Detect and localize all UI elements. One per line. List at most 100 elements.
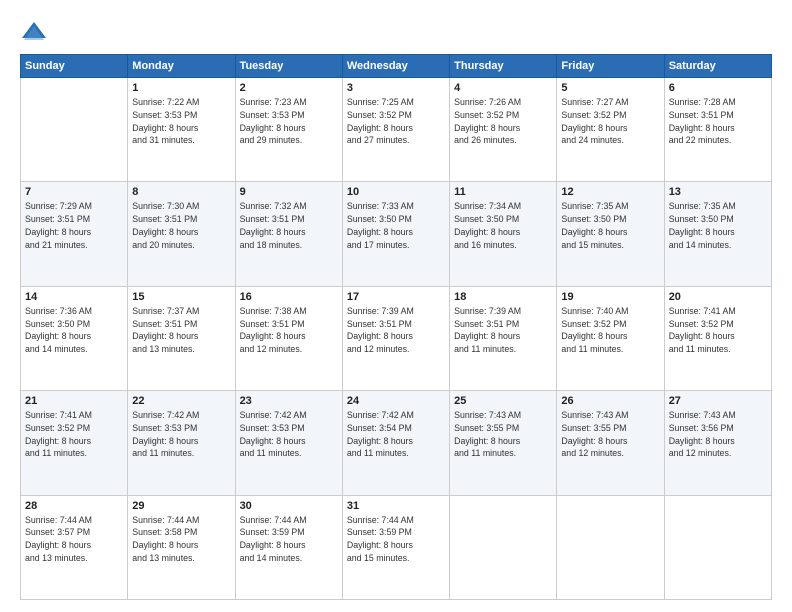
weekday-header-saturday: Saturday	[664, 55, 771, 78]
day-number: 26	[561, 395, 659, 407]
day-cell: 24 Sunrise: 7:42 AMSunset: 3:54 PMDayligh…	[342, 391, 449, 495]
day-cell: 19Sunrise: 7:40 AMSunset: 3:52 PMDayligh…	[557, 286, 664, 390]
weekday-header-thursday: Thursday	[450, 55, 557, 78]
day-cell: 23Sunrise: 7:42 AMSunset: 3:53 PMDayligh…	[235, 391, 342, 495]
day-info: Sunrise: 7:38 AMSunset: 3:51 PMDaylight:…	[240, 305, 338, 356]
day-info: Sunrise: 7:44 AMSunset: 3:59 PMDaylight:…	[240, 514, 338, 565]
day-cell: 18 Sunrise: 7:39 AMSunset: 3:51 PMDayligh…	[450, 286, 557, 390]
day-number: 12	[561, 186, 659, 198]
day-number: 5	[561, 82, 659, 94]
day-info: Sunrise: 7:32 AMSunset: 3:51 PMDaylight:…	[240, 200, 338, 251]
day-info: Sunrise: 7:23 AMSunset: 3:53 PMDaylight:…	[240, 96, 338, 147]
day-info: Sunrise: 7:44 AMSunset: 3:57 PMDaylight:…	[25, 514, 123, 565]
day-cell: 11 Sunrise: 7:34 AMSunset: 3:50 PMDayligh…	[450, 182, 557, 286]
day-cell: 21Sunrise: 7:41 AMSunset: 3:52 PMDayligh…	[21, 391, 128, 495]
day-number: 3	[347, 82, 445, 94]
day-cell: 30 Sunrise: 7:44 AMSunset: 3:59 PMDayligh…	[235, 495, 342, 599]
day-number: 25	[454, 395, 552, 407]
day-cell: 9 Sunrise: 7:32 AMSunset: 3:51 PMDaylight…	[235, 182, 342, 286]
day-cell	[450, 495, 557, 599]
weekday-header-wednesday: Wednesday	[342, 55, 449, 78]
day-number: 16	[240, 291, 338, 303]
week-row-5: 28 Sunrise: 7:44 AMSunset: 3:57 PMDayligh…	[21, 495, 772, 599]
page: SundayMondayTuesdayWednesdayThursdayFrid…	[0, 0, 792, 612]
day-number: 30	[240, 500, 338, 512]
day-number: 17	[347, 291, 445, 303]
day-number: 15	[132, 291, 230, 303]
day-cell: 1 Sunrise: 7:22 AMSunset: 3:53 PMDaylight…	[128, 78, 235, 182]
day-info: Sunrise: 7:43 AMSunset: 3:55 PMDaylight:…	[561, 409, 659, 460]
day-number: 18	[454, 291, 552, 303]
day-info: Sunrise: 7:41 AMSunset: 3:52 PMDaylight:…	[25, 409, 123, 460]
day-info: Sunrise: 7:28 AMSunset: 3:51 PMDaylight:…	[669, 96, 767, 147]
day-cell: 25Sunrise: 7:43 AMSunset: 3:55 PMDayligh…	[450, 391, 557, 495]
day-info: Sunrise: 7:41 AMSunset: 3:52 PMDaylight:…	[669, 305, 767, 356]
day-number: 13	[669, 186, 767, 198]
day-number: 29	[132, 500, 230, 512]
week-row-2: 7 Sunrise: 7:29 AMSunset: 3:51 PMDaylight…	[21, 182, 772, 286]
day-info: Sunrise: 7:44 AMSunset: 3:59 PMDaylight:…	[347, 514, 445, 565]
day-cell: 16 Sunrise: 7:38 AMSunset: 3:51 PMDayligh…	[235, 286, 342, 390]
day-info: Sunrise: 7:39 AMSunset: 3:51 PMDaylight:…	[347, 305, 445, 356]
logo	[20, 18, 52, 46]
day-info: Sunrise: 7:42 AMSunset: 3:54 PMDaylight:…	[347, 409, 445, 460]
day-info: Sunrise: 7:36 AMSunset: 3:50 PMDaylight:…	[25, 305, 123, 356]
day-number: 27	[669, 395, 767, 407]
day-info: Sunrise: 7:39 AMSunset: 3:51 PMDaylight:…	[454, 305, 552, 356]
weekday-header-friday: Friday	[557, 55, 664, 78]
day-cell: 6 Sunrise: 7:28 AMSunset: 3:51 PMDaylight…	[664, 78, 771, 182]
day-info: Sunrise: 7:26 AMSunset: 3:52 PMDaylight:…	[454, 96, 552, 147]
day-info: Sunrise: 7:37 AMSunset: 3:51 PMDaylight:…	[132, 305, 230, 356]
day-info: Sunrise: 7:34 AMSunset: 3:50 PMDaylight:…	[454, 200, 552, 251]
day-number: 19	[561, 291, 659, 303]
day-info: Sunrise: 7:35 AMSunset: 3:50 PMDaylight:…	[561, 200, 659, 251]
day-number: 2	[240, 82, 338, 94]
day-cell: 22Sunrise: 7:42 AMSunset: 3:53 PMDayligh…	[128, 391, 235, 495]
day-info: Sunrise: 7:22 AMSunset: 3:53 PMDaylight:…	[132, 96, 230, 147]
day-cell: 12 Sunrise: 7:35 AMSunset: 3:50 PMDayligh…	[557, 182, 664, 286]
day-cell: 4 Sunrise: 7:26 AMSunset: 3:52 PMDaylight…	[450, 78, 557, 182]
day-info: Sunrise: 7:43 AMSunset: 3:56 PMDaylight:…	[669, 409, 767, 460]
weekday-header-sunday: Sunday	[21, 55, 128, 78]
day-cell	[557, 495, 664, 599]
day-number: 7	[25, 186, 123, 198]
week-row-1: 1 Sunrise: 7:22 AMSunset: 3:53 PMDaylight…	[21, 78, 772, 182]
day-cell: 10Sunrise: 7:33 AMSunset: 3:50 PMDayligh…	[342, 182, 449, 286]
day-cell	[664, 495, 771, 599]
day-cell: 3Sunrise: 7:25 AMSunset: 3:52 PMDaylight…	[342, 78, 449, 182]
day-cell: 27 Sunrise: 7:43 AMSunset: 3:56 PMDayligh…	[664, 391, 771, 495]
day-cell: 8 Sunrise: 7:30 AMSunset: 3:51 PMDaylight…	[128, 182, 235, 286]
day-info: Sunrise: 7:30 AMSunset: 3:51 PMDaylight:…	[132, 200, 230, 251]
day-number: 1	[132, 82, 230, 94]
day-info: Sunrise: 7:29 AMSunset: 3:51 PMDaylight:…	[25, 200, 123, 251]
day-cell: 15 Sunrise: 7:37 AMSunset: 3:51 PMDayligh…	[128, 286, 235, 390]
week-row-3: 14 Sunrise: 7:36 AMSunset: 3:50 PMDayligh…	[21, 286, 772, 390]
day-number: 8	[132, 186, 230, 198]
day-number: 6	[669, 82, 767, 94]
day-number: 11	[454, 186, 552, 198]
day-cell: 7 Sunrise: 7:29 AMSunset: 3:51 PMDaylight…	[21, 182, 128, 286]
day-number: 14	[25, 291, 123, 303]
day-info: Sunrise: 7:44 AMSunset: 3:58 PMDaylight:…	[132, 514, 230, 565]
weekday-header-row: SundayMondayTuesdayWednesdayThursdayFrid…	[21, 55, 772, 78]
header	[20, 18, 772, 46]
day-cell: 28 Sunrise: 7:44 AMSunset: 3:57 PMDayligh…	[21, 495, 128, 599]
day-cell: 13 Sunrise: 7:35 AMSunset: 3:50 PMDayligh…	[664, 182, 771, 286]
day-number: 20	[669, 291, 767, 303]
day-number: 23	[240, 395, 338, 407]
day-number: 9	[240, 186, 338, 198]
day-info: Sunrise: 7:33 AMSunset: 3:50 PMDaylight:…	[347, 200, 445, 251]
day-number: 22	[132, 395, 230, 407]
day-cell	[21, 78, 128, 182]
day-number: 4	[454, 82, 552, 94]
day-number: 31	[347, 500, 445, 512]
day-info: Sunrise: 7:35 AMSunset: 3:50 PMDaylight:…	[669, 200, 767, 251]
day-cell: 2 Sunrise: 7:23 AMSunset: 3:53 PMDaylight…	[235, 78, 342, 182]
day-number: 24	[347, 395, 445, 407]
day-info: Sunrise: 7:27 AMSunset: 3:52 PMDaylight:…	[561, 96, 659, 147]
day-cell: 17 Sunrise: 7:39 AMSunset: 3:51 PMDayligh…	[342, 286, 449, 390]
week-row-4: 21Sunrise: 7:41 AMSunset: 3:52 PMDayligh…	[21, 391, 772, 495]
calendar-table: SundayMondayTuesdayWednesdayThursdayFrid…	[20, 54, 772, 600]
day-number: 28	[25, 500, 123, 512]
day-cell: 26 Sunrise: 7:43 AMSunset: 3:55 PMDayligh…	[557, 391, 664, 495]
